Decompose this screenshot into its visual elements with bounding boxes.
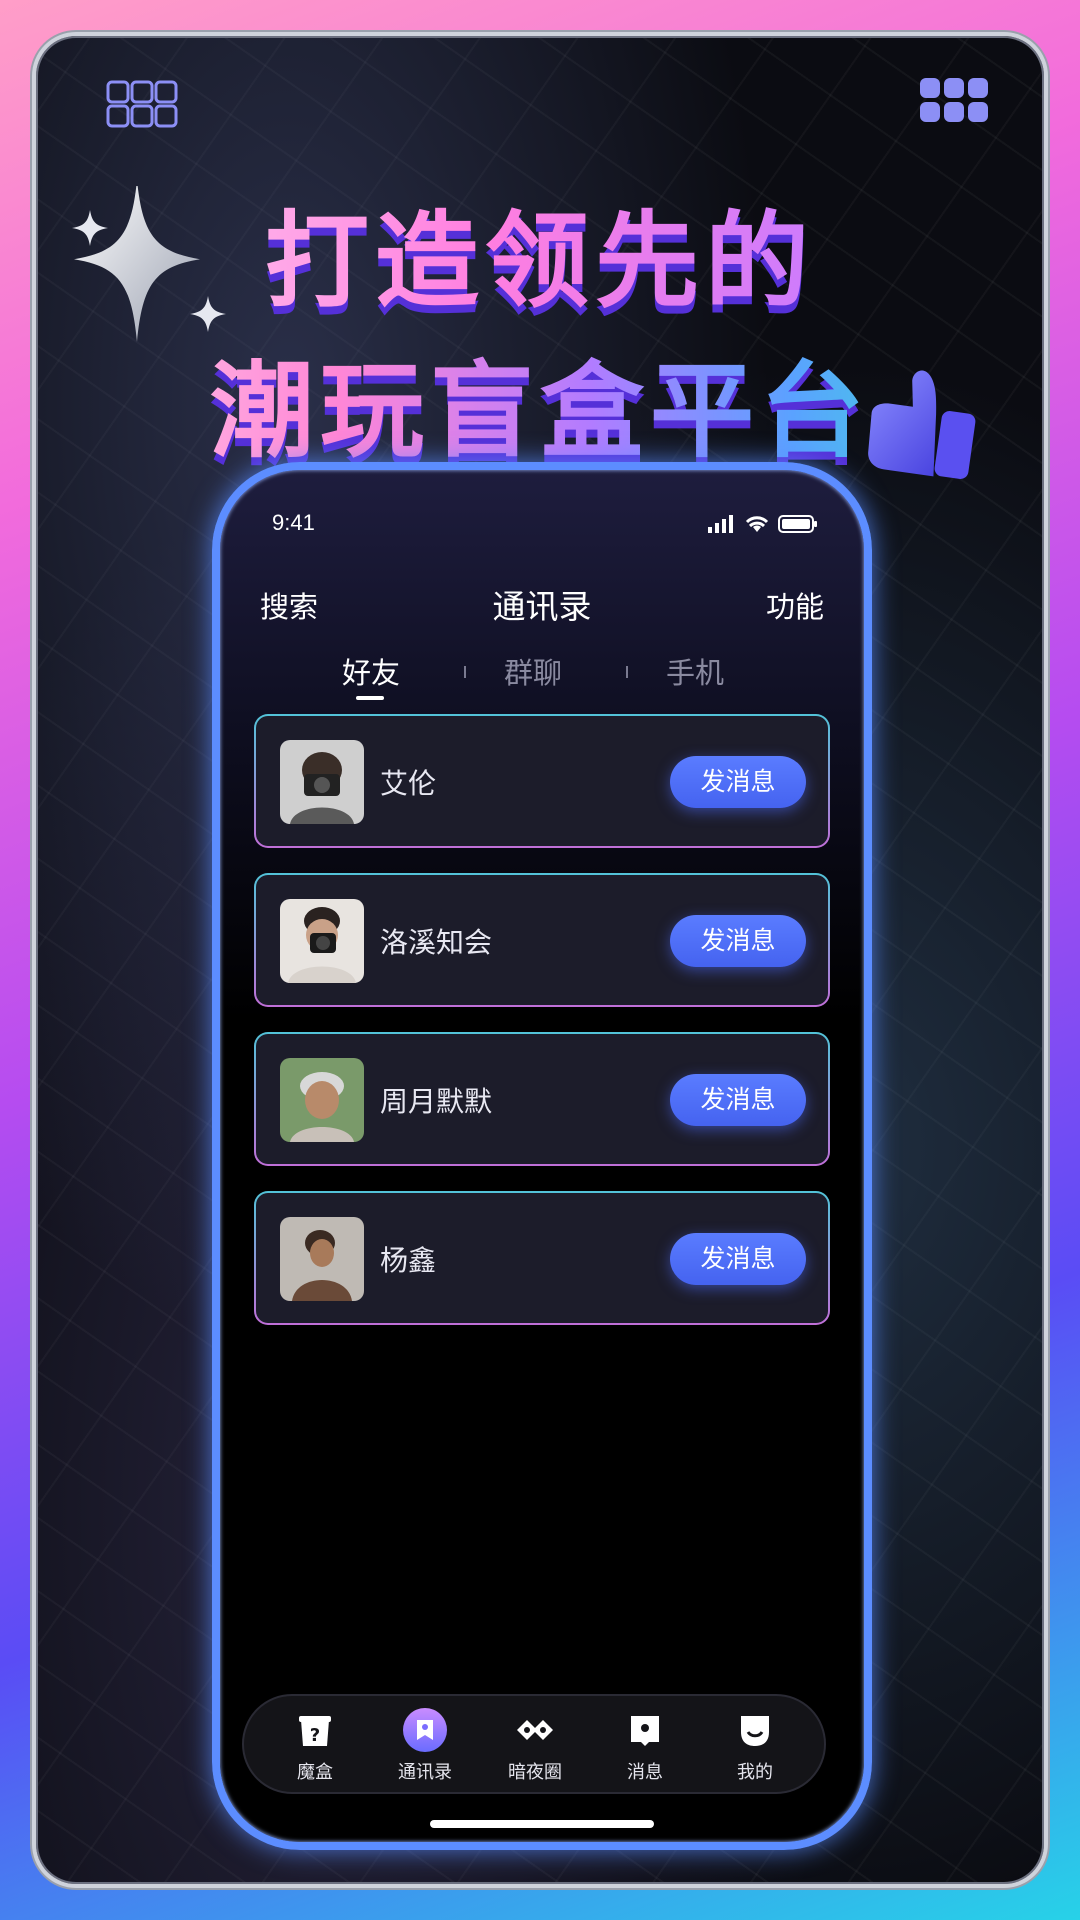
- message-icon: [631, 1716, 659, 1746]
- send-message-button[interactable]: 发消息: [670, 1074, 806, 1126]
- contact-card[interactable]: 艾伦 发消息: [254, 714, 830, 848]
- status-bar: 9:41: [220, 510, 864, 550]
- contact-card[interactable]: 杨鑫 发消息: [254, 1191, 830, 1325]
- profile-icon: [741, 1716, 769, 1746]
- tab-groups[interactable]: 群聊: [504, 650, 562, 692]
- function-button[interactable]: 功能: [766, 584, 824, 626]
- home-indicator[interactable]: [430, 1820, 654, 1828]
- tabbar-label: 我的: [737, 1762, 773, 1783]
- tabbar-item-contacts[interactable]: 通讯录: [380, 1708, 470, 1784]
- contact-name: 洛溪知会: [380, 926, 493, 959]
- bottom-tab-bar: ? 魔盒 通讯录 暗夜圈 消息 我的: [242, 1694, 826, 1794]
- signal-icon: [708, 515, 733, 533]
- contact-name: 周月默默: [380, 1085, 493, 1118]
- send-message-button[interactable]: 发消息: [670, 756, 806, 808]
- send-message-button[interactable]: 发消息: [670, 915, 806, 967]
- tab-phone[interactable]: 手机: [666, 650, 724, 692]
- top-nav: 搜索 通讯录 功能: [220, 574, 864, 626]
- tab-friends[interactable]: 好友: [342, 650, 400, 692]
- wifi-icon: [745, 516, 769, 532]
- dot-grid-decoration: [914, 72, 994, 132]
- avatar[interactable]: [280, 1217, 364, 1301]
- battery-icon: [778, 515, 817, 533]
- contact-name: 艾伦: [380, 767, 437, 800]
- tabbar-label: 通讯录: [398, 1762, 452, 1783]
- mystery-box-icon: ?: [299, 1716, 331, 1746]
- phone-mockup: 9:41 搜索 通讯录 功能 好友 群聊 手机 艾伦 发消息 洛溪知会 发消息 …: [212, 462, 872, 1850]
- contact-card[interactable]: 周月默默 发消息: [254, 1032, 830, 1166]
- headline-line-1: 打造领先的: [36, 176, 1044, 327]
- tabbar-item-profile[interactable]: 我的: [710, 1708, 800, 1784]
- tabbar-label: 暗夜圈: [508, 1762, 562, 1783]
- tabbar-label: 消息: [627, 1762, 663, 1783]
- contact-list: 艾伦 发消息 洛溪知会 发消息 周月默默 发消息 杨鑫 发消息: [254, 714, 830, 1350]
- contacts-icon: [403, 1708, 447, 1752]
- send-message-button[interactable]: 发消息: [670, 1233, 806, 1285]
- tabbar-label: 魔盒: [297, 1762, 333, 1783]
- avatar[interactable]: [280, 1058, 364, 1142]
- tab-divider: [464, 666, 466, 678]
- contact-name: 杨鑫: [380, 1244, 437, 1277]
- thumbs-up-icon: [868, 370, 976, 480]
- tabbar-item-circle[interactable]: 暗夜圈: [490, 1708, 580, 1784]
- tab-bar-top: 好友 群聊 手机: [220, 650, 864, 710]
- svg-text:?: ?: [310, 1725, 320, 1746]
- dot-grid-decoration: [100, 76, 180, 136]
- tab-active-indicator: [356, 696, 384, 700]
- avatar[interactable]: [280, 899, 364, 983]
- tab-divider: [626, 666, 628, 678]
- tabbar-item-mystery-box[interactable]: ? 魔盒: [270, 1708, 360, 1784]
- status-time: 9:41: [272, 510, 315, 535]
- contact-card[interactable]: 洛溪知会 发消息: [254, 873, 830, 1007]
- avatar[interactable]: [280, 740, 364, 824]
- tabbar-item-messages[interactable]: 消息: [600, 1708, 690, 1784]
- circle-icon: [517, 1720, 553, 1740]
